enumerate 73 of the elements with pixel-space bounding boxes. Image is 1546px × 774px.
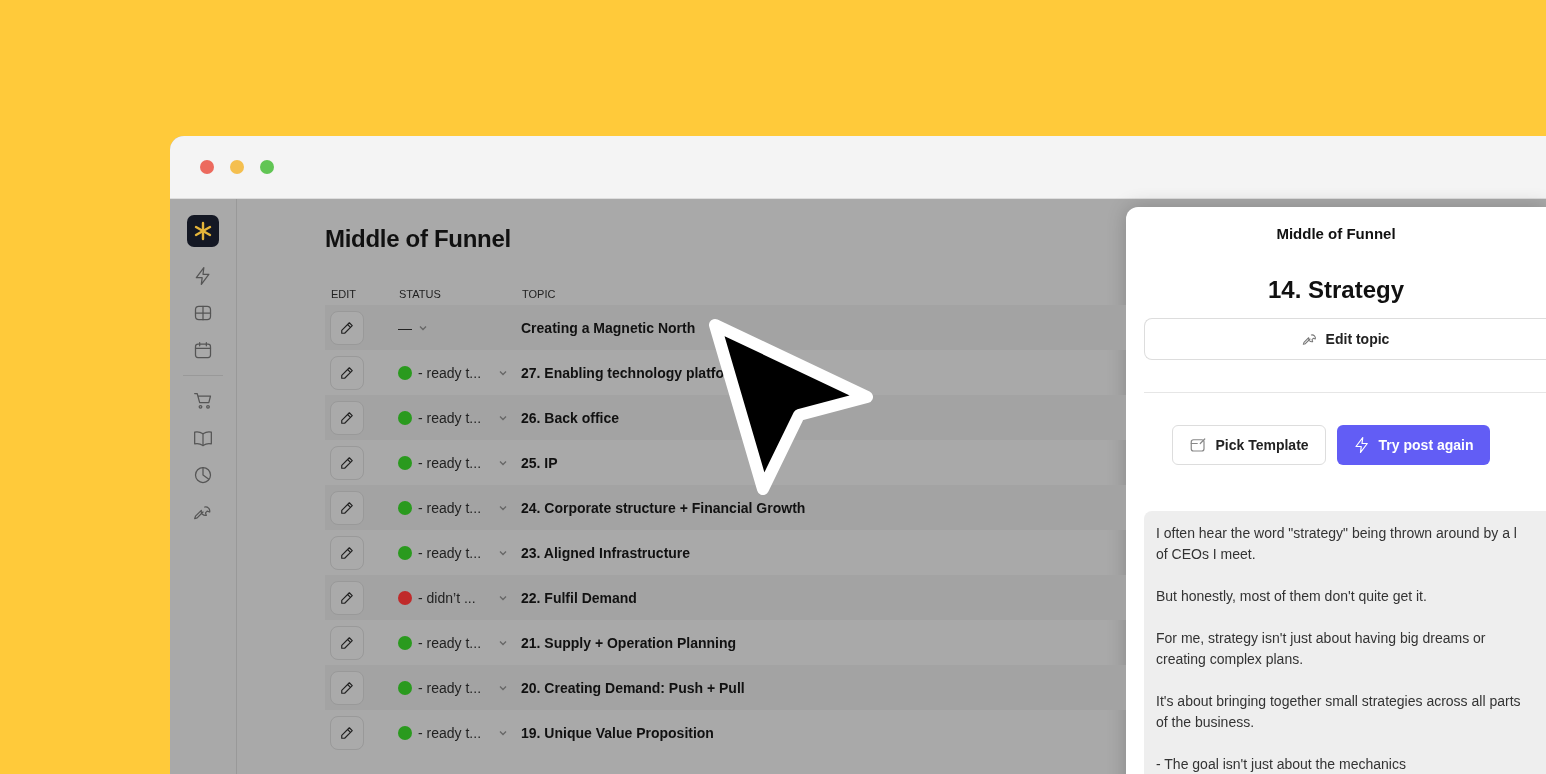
window-control[interactable] [260,160,274,174]
table-row[interactable]: — Creating a Magnetic North [325,305,1126,350]
table-row[interactable]: - ready t... 25. IP [325,440,1126,485]
topic-text: 21. Supply + Operation Planning [521,634,737,651]
edit-button[interactable] [330,535,364,570]
post-paragraph: For me, strategy isn't just about having big dreams or creating complex plans. [1156,629,1486,669]
pencil-icon [340,410,354,425]
bolt-icon [1352,436,1371,454]
post-paragraph: I often hear the word "strategy" being thrown around by a l of CEOs I meet. [1156,524,1517,564]
post-paragraph: But honestly, most of them don't quite get it. [1156,587,1427,606]
post-paragraph: - The goal isn't just about the mechanics [1156,755,1406,774]
pencil-icon [340,590,354,605]
status-text[interactable]: - ready t... [418,409,492,426]
pencil-icon [340,500,354,515]
calendar-icon[interactable] [193,340,213,360]
table-row[interactable]: - didn’t ... 22. Fulfil Demand [325,575,1126,620]
chart-icon[interactable] [193,465,213,485]
pencil-icon [340,365,354,380]
column-header: STATUS [399,288,442,300]
grid-icon[interactable] [193,303,213,323]
cart-icon[interactable] [193,391,213,411]
status-text[interactable]: — [398,319,412,336]
page-title: Middle of Funnel [325,225,511,253]
topic-text: 26. Back office [521,409,620,426]
table-row[interactable]: - ready t... 24. Corporate structure + Financial Growth [325,485,1126,530]
status-text[interactable]: - ready t... [418,724,492,741]
table-row[interactable]: - ready t... 21. Supply + Operation Planning [325,620,1126,665]
edit-button[interactable] [330,670,364,705]
status-text[interactable]: - ready t... [418,454,492,471]
pencil-icon [340,680,354,695]
try-post-again-button[interactable]: Try post again [1336,425,1490,465]
status-text[interactable]: - ready t... [418,364,492,381]
template-icon [1189,436,1208,454]
topic-text: 25. IP [521,454,558,471]
column-header: EDIT [331,288,358,300]
topic-text: 23. Aligned Infrastructure [521,544,691,561]
pencil-icon [340,545,354,560]
edit-button[interactable] [330,355,364,390]
topic-text: Creating a Magnetic North [521,319,696,336]
pencil-icon [340,725,354,740]
post-paragraph: It's about bringing together small strategies across all parts of the business. [1156,692,1521,732]
topic-text: 27. Enabling technology platfo [521,364,724,381]
topic-text: 20. Creating Demand: Push + Pull [521,679,745,696]
status-text[interactable]: - ready t... [418,679,492,696]
topic-text: 19. Unique Value Proposition [521,724,714,741]
logo-icon [187,215,219,247]
panel-subtitle: Middle of Funnel [1276,225,1396,242]
edit-button[interactable] [330,580,364,615]
edit-button[interactable] [330,490,364,525]
table-row[interactable]: - ready t... 20. Creating Demand: Push + Pull [325,665,1126,710]
edit-button[interactable] [330,445,364,480]
column-header: TOPIC [522,288,556,300]
edit-button[interactable] [330,625,364,660]
edit-topic-button[interactable]: Edit topic [1144,318,1546,360]
topic-text: 24. Corporate structure + Financial Growth [521,499,806,516]
edit-button[interactable] [330,310,364,345]
pencil-icon [340,455,354,470]
table-row[interactable]: - ready t... 27. Enabling technology platfo [325,350,1126,395]
topic-title: 14. Strategy [1267,276,1405,304]
window-control[interactable] [200,160,214,174]
status-text[interactable]: - ready t... [418,634,492,651]
pencil-icon [340,320,354,335]
status-text[interactable]: - ready t... [418,499,492,516]
status-text[interactable]: - ready t... [418,544,492,561]
pick-template-button[interactable]: Pick Template [1172,425,1326,465]
table-row[interactable]: - ready t... 19. Unique Value Proposition [325,710,1126,755]
edit-button[interactable] [330,400,364,435]
table-row[interactable]: - ready t... 23. Aligned Infrastructure [325,530,1126,575]
pencil-icon [340,635,354,650]
status-text[interactable]: - didn’t ... [418,589,492,606]
book-icon[interactable] [193,428,213,448]
topic-text: 22. Fulfil Demand [521,589,637,606]
edit-button[interactable] [330,715,364,750]
